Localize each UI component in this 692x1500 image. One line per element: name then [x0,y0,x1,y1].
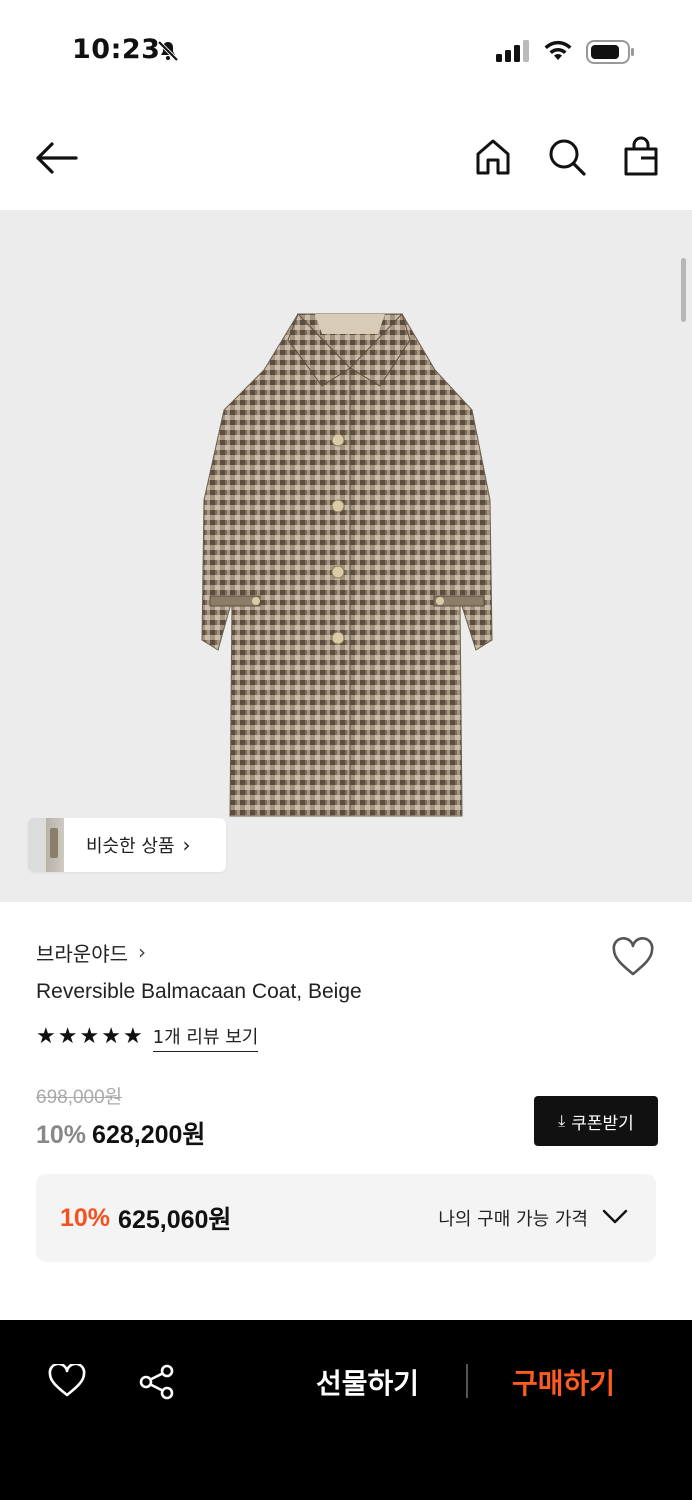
coupon-button[interactable]: ⤓ 쿠폰받기 [534,1096,658,1146]
wifi-icon [544,40,572,60]
product-info: 브라운야드 › Reversible Balmacaan Coat, Beige… [36,934,658,1151]
star-icon: ★ [79,1024,100,1049]
discount-percent: 10% [36,1121,87,1149]
scroll-indicator[interactable] [681,258,686,322]
star-icon: ★ [57,1024,78,1049]
heart-icon[interactable] [48,1364,86,1398]
similar-products-label: 비슷한 상품 [86,836,175,857]
top-nav [0,110,692,206]
review-link[interactable]: 1개 리뷰 보기 [152,1023,259,1052]
battery-icon [586,40,634,64]
signal-icon [496,40,529,62]
share-icon[interactable] [138,1364,176,1400]
rating-stars: ★ ★ ★ ★ ★ [36,1026,143,1048]
chevron-down-icon [602,1209,628,1224]
download-icon: ⤓ [558,1111,566,1130]
wishlist-heart-icon[interactable] [610,936,656,980]
coupon-label: 쿠폰받기 [571,1113,634,1134]
brand-link[interactable]: 브라운야드 › [36,934,656,970]
sale-price: 628,200원 [92,1121,206,1149]
star-icon: ★ [36,1024,56,1049]
status-time: 10:23 [72,34,161,65]
product-image-gallery[interactable]: 비슷한 상품 › [0,210,692,902]
my-price-dropdown[interactable]: 10% 625,060원 나의 구매 가능 가격 [36,1174,656,1262]
product-name: Reversible Balmacaan Coat, Beige [36,980,362,1003]
chevron-right-icon: › [182,833,191,857]
my-discount-percent: 10% [60,1203,111,1232]
my-price-label: 나의 구매 가능 가격 [438,1209,588,1230]
similar-product-thumbnail [28,818,64,872]
divider [466,1364,468,1398]
rating-row: ★ ★ ★ ★ ★ 1개 리뷰 보기 [36,1022,656,1052]
search-icon[interactable] [546,136,588,178]
status-bar: 10:23 [0,0,692,100]
home-icon[interactable] [472,136,514,178]
chevron-right-icon: › [138,940,146,964]
buy-button[interactable]: 구매하기 [512,1362,615,1402]
gift-button[interactable]: 선물하기 [316,1362,419,1402]
bottom-action-bar: 선물하기 구매하기 [0,1320,692,1500]
my-price-value: 625,060원 [118,1206,232,1234]
brand-name: 브라운야드 [36,941,128,966]
star-icon: ★ [101,1024,121,1049]
star-icon: ★ [122,1024,143,1049]
back-arrow-icon[interactable] [32,138,80,178]
similar-products-button[interactable]: 비슷한 상품 › [28,818,226,872]
bell-muted-icon [157,40,179,62]
shopping-bag-icon[interactable] [620,136,662,178]
product-photo [201,313,493,817]
